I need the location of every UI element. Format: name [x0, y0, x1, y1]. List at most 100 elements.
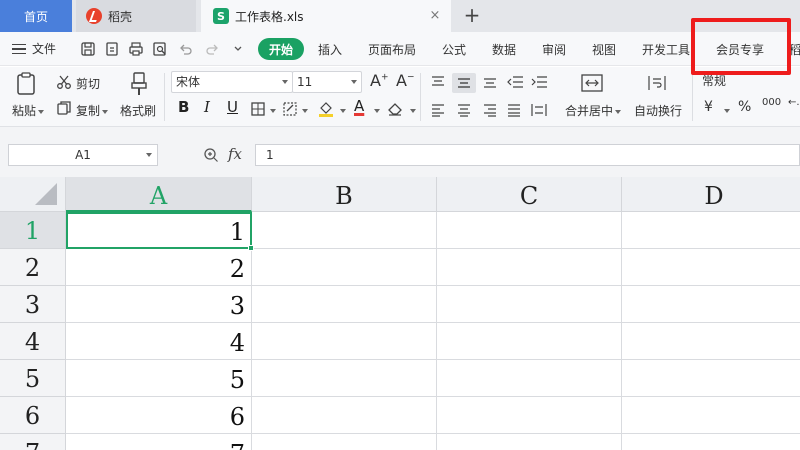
eraser-dropdown-icon[interactable] [410, 109, 416, 113]
align-top-icon[interactable] [430, 75, 446, 89]
merge-center-icon[interactable] [580, 73, 604, 93]
fill-handle[interactable] [248, 245, 254, 251]
formula-input[interactable]: 1 [255, 144, 800, 166]
cell-a3[interactable]: 3 [66, 286, 252, 323]
fill-color-icon[interactable] [317, 99, 335, 117]
close-tab-icon[interactable]: × [427, 8, 443, 24]
menu-tab-start[interactable]: 开始 [258, 38, 304, 60]
cell-d5[interactable] [622, 360, 800, 397]
currency-button[interactable]: ¥ [704, 99, 713, 115]
cell-d4[interactable] [622, 323, 800, 360]
cell-d3[interactable] [622, 286, 800, 323]
currency-dropdown-icon[interactable] [724, 109, 730, 113]
column-header-a[interactable]: A [66, 177, 252, 212]
row-header-7[interactable]: 7 [0, 434, 66, 450]
cell-b5[interactable] [252, 360, 437, 397]
paste-button[interactable]: 粘贴 [12, 102, 45, 119]
paste-icon[interactable] [14, 71, 40, 97]
font-color-dropdown-icon[interactable] [374, 109, 380, 113]
column-header-c[interactable]: C [437, 177, 622, 212]
cell-c2[interactable] [437, 249, 622, 286]
wrap-text-button[interactable]: 自动换行 [634, 102, 682, 119]
file-menu-button[interactable]: 文件 [12, 40, 56, 57]
cell-b3[interactable] [252, 286, 437, 323]
cell-d1[interactable] [622, 212, 800, 249]
print-preview-icon[interactable] [152, 41, 168, 57]
row-header-4[interactable]: 4 [0, 323, 66, 360]
menu-tab-formulas[interactable]: 公式 [442, 41, 466, 58]
export-pdf-icon[interactable] [104, 41, 120, 57]
tab-home[interactable]: 首页 [0, 0, 72, 32]
format-painter-button[interactable]: 格式刷 [120, 102, 156, 119]
select-all-corner[interactable] [0, 177, 66, 212]
cell-b2[interactable] [252, 249, 437, 286]
cell-b4[interactable] [252, 323, 437, 360]
cell-d6[interactable] [622, 397, 800, 434]
increase-font-size-button[interactable]: A+ [370, 71, 389, 90]
decrease-indent-icon[interactable] [506, 75, 524, 89]
row-header-6[interactable]: 6 [0, 397, 66, 434]
font-color-button[interactable]: A [354, 97, 364, 115]
cell-c3[interactable] [437, 286, 622, 323]
cell-b1[interactable] [252, 212, 437, 249]
column-header-d[interactable]: D [622, 177, 800, 212]
borders-icon[interactable] [250, 101, 266, 117]
align-middle-icon[interactable] [456, 76, 472, 90]
menu-tab-developer[interactable]: 开发工具 [642, 41, 690, 58]
fill-color-dropdown-icon[interactable] [340, 109, 346, 113]
cell-c5[interactable] [437, 360, 622, 397]
undo-icon[interactable] [178, 41, 194, 57]
thousands-separator-button[interactable]: 000 [762, 97, 781, 108]
cell-c1[interactable] [437, 212, 622, 249]
cell-style-dropdown-icon[interactable] [302, 109, 308, 113]
column-header-b[interactable]: B [252, 177, 437, 212]
distributed-align-icon[interactable] [530, 103, 548, 117]
cell-c6[interactable] [437, 397, 622, 434]
scissors-icon[interactable] [56, 74, 72, 90]
eraser-icon[interactable] [386, 99, 404, 117]
cell-d7[interactable] [622, 434, 800, 450]
save-icon[interactable] [80, 41, 96, 57]
new-tab-button[interactable]: + [460, 4, 484, 28]
cell-b7[interactable] [252, 434, 437, 450]
borders-dropdown-icon[interactable] [270, 109, 276, 113]
font-size-select[interactable]: 11 [292, 71, 362, 93]
bold-button[interactable]: B [178, 98, 189, 116]
percent-button[interactable]: % [738, 99, 751, 115]
align-right-icon[interactable] [482, 103, 498, 117]
decrease-font-size-button[interactable]: A− [396, 71, 415, 90]
redo-icon[interactable] [204, 41, 220, 57]
cell-c7[interactable] [437, 434, 622, 450]
menu-tab-review[interactable]: 审阅 [542, 41, 566, 58]
row-header-3[interactable]: 3 [0, 286, 66, 323]
cell-a5[interactable]: 5 [66, 360, 252, 397]
italic-button[interactable]: I [204, 98, 210, 116]
underline-button[interactable]: U [227, 98, 238, 116]
cell-style-icon[interactable] [282, 101, 298, 117]
zoom-magnifier-icon[interactable] [203, 147, 219, 166]
insert-function-button[interactable]: fx [228, 145, 242, 163]
cell-a7[interactable]: 7 [66, 434, 252, 450]
menu-tab-page-layout[interactable]: 页面布局 [368, 41, 416, 58]
menu-tab-insert[interactable]: 插入 [318, 41, 342, 58]
merge-center-button[interactable]: 合并居中 [565, 102, 622, 119]
cell-a2[interactable]: 2 [66, 249, 252, 286]
align-left-icon[interactable] [430, 103, 446, 117]
print-icon[interactable] [128, 41, 144, 57]
decimal-button[interactable]: ←.0 [788, 97, 800, 108]
customize-toolbar-chevron-icon[interactable] [230, 41, 246, 57]
tab-workbook[interactable]: S 工作表格.xls × [201, 0, 451, 32]
copy-button[interactable]: 复制 [76, 102, 109, 119]
row-header-2[interactable]: 2 [0, 249, 66, 286]
menu-tab-view[interactable]: 视图 [592, 41, 616, 58]
copy-icon[interactable] [56, 100, 72, 116]
cell-b6[interactable] [252, 397, 437, 434]
format-painter-icon[interactable] [128, 71, 150, 97]
align-bottom-icon[interactable] [482, 75, 498, 89]
row-header-5[interactable]: 5 [0, 360, 66, 397]
cell-a4[interactable]: 4 [66, 323, 252, 360]
cell-c4[interactable] [437, 323, 622, 360]
cell-a6[interactable]: 6 [66, 397, 252, 434]
menu-tab-data[interactable]: 数据 [492, 41, 516, 58]
cut-button[interactable]: 剪切 [76, 75, 100, 92]
